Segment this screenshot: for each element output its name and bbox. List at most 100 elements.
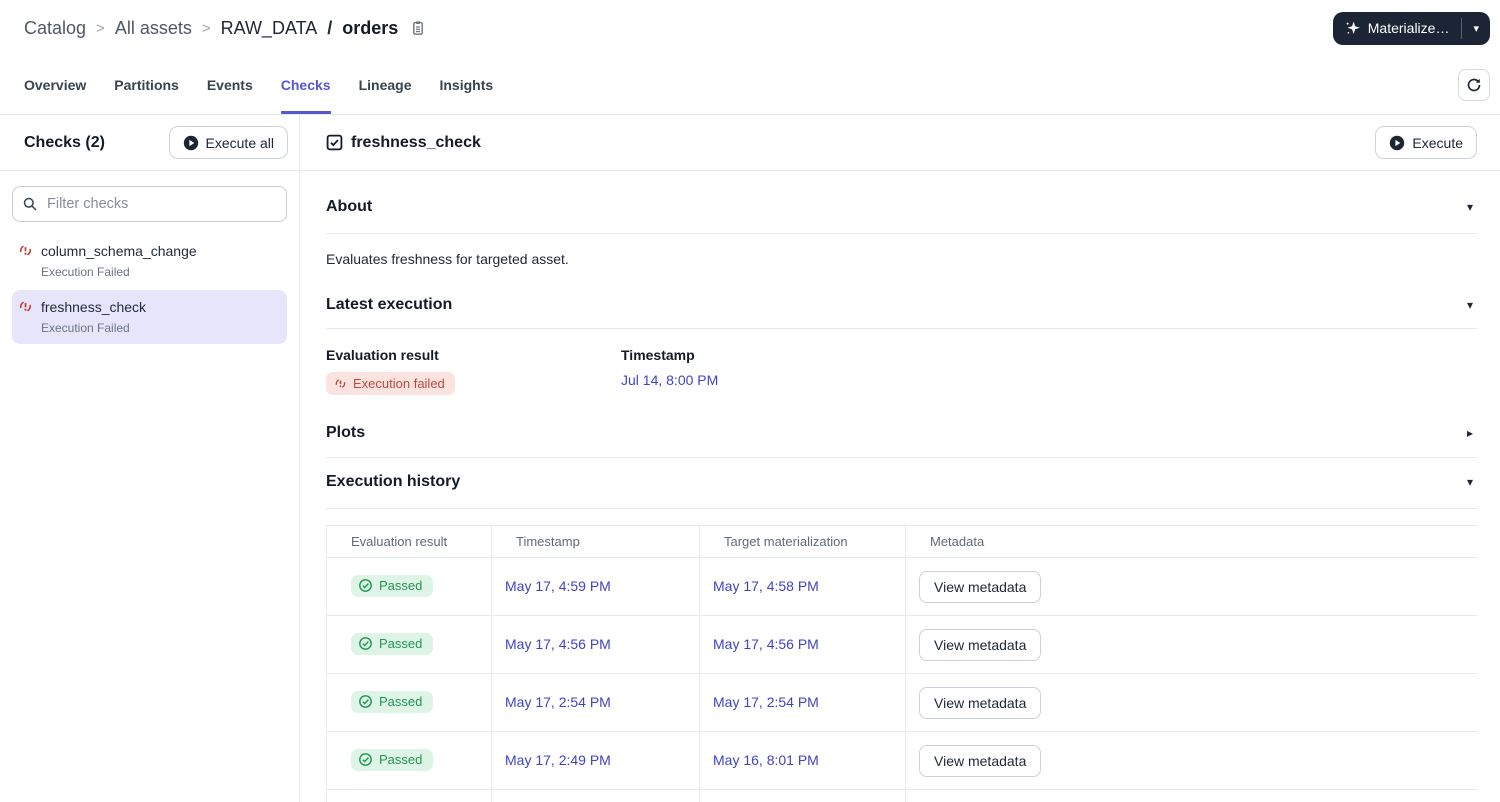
check-item-column_schema_change[interactable]: column_schema_change Execution Failed — [12, 234, 287, 288]
execution-history-row: Passed May 17, 2:54 PM May 17, 2:54 PM V… — [326, 673, 1477, 732]
view-metadata-button[interactable]: View metadata — [919, 628, 1042, 661]
breadcrumb-asset-group[interactable]: RAW_DATA — [221, 18, 318, 39]
table-header-row: Evaluation result Timestamp Target materia… — [326, 525, 1477, 558]
column-header-evaluation-result: Evaluation result — [326, 525, 492, 558]
execution-failed-icon — [334, 377, 347, 390]
passed-badge: Passed — [351, 749, 434, 771]
sparkle-icon — [1345, 20, 1361, 36]
check-circle-icon — [359, 637, 372, 650]
chevron-right-icon: ▸ — [1466, 426, 1473, 440]
check-circle-icon — [359, 579, 372, 592]
tab-bar: Overview Partitions Events Checks Lineage Ins… — [0, 56, 1500, 115]
top-header: Catalog > All assets > RAW_DATA / orders Mater… — [0, 0, 1500, 56]
view-metadata-button[interactable]: View metadata — [919, 570, 1042, 603]
passed-badge: Passed — [351, 633, 434, 655]
tab-insights[interactable]: Insights — [439, 56, 493, 114]
play-circle-icon — [183, 135, 199, 151]
tab-partitions[interactable]: Partitions — [114, 56, 179, 114]
execution-failed-icon — [18, 299, 33, 335]
breadcrumb-separator-icon: > — [201, 19, 211, 37]
materialize-dropdown-button[interactable]: ▾ — [1462, 12, 1490, 45]
target-materialization-link[interactable]: May 17, 4:56 PM — [713, 636, 819, 652]
execution-history-row-partial — [326, 789, 1478, 802]
chevron-down-icon: ▾ — [1466, 298, 1473, 312]
passed-badge-label: Passed — [379, 578, 423, 593]
filter-wrap — [12, 186, 287, 222]
about-description: Evaluates freshness for targeted asset. — [326, 251, 569, 267]
breadcrumb-separator-icon: > — [96, 19, 105, 37]
materialize-label: Materialize… — [1367, 20, 1450, 36]
view-metadata-button[interactable]: View metadata — [919, 744, 1042, 777]
caret-down-icon: ▾ — [1473, 22, 1479, 35]
execute-all-label: Execute all — [205, 134, 274, 151]
breadcrumb-link-all-assets[interactable]: All assets — [115, 18, 192, 39]
execution-failed-icon — [18, 243, 33, 279]
breadcrumb: Catalog > All assets > RAW_DATA / orders — [24, 18, 426, 39]
timestamp-link[interactable]: May 17, 2:54 PM — [505, 694, 611, 710]
timestamp-label: Timestamp — [621, 347, 695, 363]
check-detail-panel: freshness_check Execute About ▾ Evaluate… — [300, 115, 1500, 802]
materialize-button[interactable]: Materialize… — [1333, 12, 1462, 45]
target-materialization-link[interactable]: May 17, 4:58 PM — [713, 578, 819, 594]
check-status: Execution Failed — [41, 265, 130, 279]
checks-sidebar: Checks (2) Execute all Filter checks col… — [0, 115, 300, 802]
passed-badge: Passed — [351, 691, 434, 713]
search-icon — [22, 196, 38, 217]
target-materialization-link[interactable]: May 17, 2:54 PM — [713, 694, 819, 710]
asset-path-separator: / — [327, 17, 333, 38]
column-header-target-materialization: Target materialization — [699, 525, 906, 558]
tab-overview[interactable]: Overview — [24, 56, 86, 114]
check-detail-header: freshness_check Execute — [300, 115, 1500, 171]
execution-history-title: Execution history — [326, 473, 461, 490]
section-execution-history-header[interactable]: Execution history ▾ — [326, 458, 1477, 509]
evaluation-result-label: Evaluation result — [326, 347, 439, 363]
check-circle-icon — [359, 753, 372, 766]
timestamp-link[interactable]: May 17, 4:56 PM — [505, 636, 611, 652]
tab-events[interactable]: Events — [207, 56, 253, 114]
check-square-icon — [326, 134, 343, 151]
check-name: freshness_check — [41, 299, 147, 315]
copy-asset-name-icon[interactable] — [410, 20, 426, 36]
breadcrumb-asset-name: orders — [342, 17, 399, 38]
execute-all-button[interactable]: Execute all — [168, 126, 288, 159]
latest-execution-body: Evaluation result Execution failed Times… — [326, 329, 1477, 411]
page-title: freshness_check — [351, 133, 481, 151]
timestamp-link[interactable]: May 17, 4:59 PM — [505, 578, 611, 594]
materialize-split-button: Materialize… ▾ — [1332, 11, 1490, 45]
column-header-timestamp: Timestamp — [491, 525, 700, 558]
column-header-metadata: Metadata — [905, 525, 1477, 558]
about-title: About — [326, 198, 373, 215]
check-item-freshness_check[interactable]: freshness_check Execution Failed — [12, 290, 287, 344]
section-about-header[interactable]: About ▾ — [326, 171, 1477, 234]
check-circle-icon — [359, 695, 372, 708]
execution-failed-badge-label: Execution failed — [353, 376, 445, 391]
tab-checks[interactable]: Checks — [280, 56, 331, 114]
refresh-icon — [1466, 77, 1482, 93]
execution-history-row: Passed May 17, 4:59 PM May 17, 4:58 PM V… — [326, 557, 1477, 616]
target-materialization-link[interactable]: May 16, 8:01 PM — [713, 752, 819, 768]
execution-history-row: Passed May 17, 2:49 PM May 16, 8:01 PM V… — [326, 731, 1477, 790]
tabs: Overview Partitions Events Checks Lineage Ins… — [24, 56, 493, 114]
sidebar-title: Checks (2) — [24, 133, 105, 151]
latest-execution-title: Latest execution — [326, 296, 453, 313]
section-latest-execution-header[interactable]: Latest execution ▾ — [326, 283, 1477, 329]
passed-badge: Passed — [351, 575, 434, 597]
timestamp-link[interactable]: May 17, 2:49 PM — [505, 752, 611, 768]
passed-badge-label: Passed — [379, 694, 423, 709]
plots-title: Plots — [326, 424, 366, 441]
refresh-button[interactable] — [1458, 69, 1490, 101]
check-status: Execution Failed — [41, 321, 130, 335]
tab-lineage[interactable]: Lineage — [359, 56, 412, 114]
view-metadata-button[interactable]: View metadata — [919, 686, 1042, 719]
latest-timestamp-link[interactable]: Jul 14, 8:00 PM — [621, 372, 718, 388]
breadcrumb-link-catalog[interactable]: Catalog — [24, 18, 86, 39]
passed-badge-label: Passed — [379, 752, 423, 767]
section-plots-header[interactable]: Plots ▸ — [326, 411, 1477, 458]
execution-history-table: Evaluation result Timestamp Target materia… — [326, 525, 1477, 802]
execution-failed-badge: Execution failed — [326, 372, 455, 395]
execute-label: Execute — [1412, 134, 1463, 151]
check-list: column_schema_change Execution Failed fr… — [0, 234, 299, 346]
filter-checks-input[interactable] — [12, 186, 287, 222]
execute-button[interactable]: Execute — [1375, 126, 1477, 159]
chevron-down-icon: ▾ — [1466, 200, 1473, 214]
